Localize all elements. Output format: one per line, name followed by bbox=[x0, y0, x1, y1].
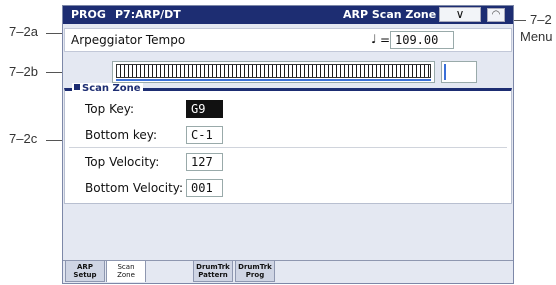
tab-drumtrk-pattern[interactable]: DrumTrk Pattern bbox=[193, 260, 233, 282]
keyboard-display bbox=[112, 61, 435, 83]
tab-scan-zone[interactable]: Scan Zone bbox=[106, 260, 146, 282]
callout-menu: Menu bbox=[520, 29, 553, 44]
top-velocity-label: Top Velocity: bbox=[85, 155, 160, 169]
bottom-velocity-field[interactable]: 001 bbox=[186, 179, 223, 197]
velocity-display bbox=[441, 61, 477, 83]
callout-7-2a: 7–2a bbox=[9, 24, 38, 39]
section-label: ARP Scan Zone bbox=[343, 8, 437, 21]
tempo-equals: = bbox=[380, 33, 391, 47]
scan-zone-panel: Scan Zone Top Key: G9 Bottom key: C-1 To… bbox=[64, 83, 512, 204]
mode-label: PROG bbox=[71, 8, 106, 21]
lock-icon[interactable]: ◠ bbox=[487, 8, 505, 22]
tab-arp-setup-line1: ARP bbox=[77, 263, 93, 271]
bottom-key-field[interactable]: C-1 bbox=[186, 126, 223, 144]
tab-drumtrk-prog-line1: DrumTrk bbox=[238, 263, 272, 271]
tab-drumtrk-pattern-line2: Pattern bbox=[198, 271, 228, 279]
title-bar: PROG P7:ARP/DT ARP Scan Zone ∨ ◠ bbox=[63, 6, 513, 24]
lcd-screen: PROG P7:ARP/DT ARP Scan Zone ∨ ◠ Arpeggi… bbox=[62, 5, 514, 284]
tab-scan-zone-line2: Zone bbox=[117, 271, 135, 279]
bottom-velocity-label: Bottom Velocity: bbox=[85, 181, 184, 195]
quarter-note-icon: ♩ bbox=[371, 32, 377, 46]
top-key-field[interactable]: G9 bbox=[186, 100, 223, 118]
tab-arp-setup[interactable]: ARP Setup bbox=[65, 260, 105, 282]
tab-drumtrk-prog-line2: Prog bbox=[245, 271, 265, 279]
top-velocity-field[interactable]: 127 bbox=[186, 153, 223, 171]
scan-zone-divider bbox=[69, 147, 507, 148]
tab-drumtrk-prog[interactable]: DrumTrk Prog bbox=[235, 260, 275, 282]
chevron-down-icon: ∨ bbox=[455, 7, 465, 21]
page-label: P7:ARP/DT bbox=[115, 8, 181, 21]
tab-drumtrk-pattern-line1: DrumTrk bbox=[196, 263, 230, 271]
key-range-bar bbox=[116, 79, 431, 81]
page-menu-button[interactable]: ∨ bbox=[439, 7, 481, 22]
callout-7-2b: 7–2b bbox=[9, 64, 38, 79]
velocity-range-bar bbox=[444, 64, 446, 80]
keyboard-graphic bbox=[116, 64, 431, 78]
callout-7-2: 7–2 bbox=[530, 12, 552, 27]
bottom-key-label: Bottom key: bbox=[85, 128, 158, 142]
tab-arp-setup-line2: Setup bbox=[73, 271, 97, 279]
tab-scan-zone-line1: Scan bbox=[117, 263, 135, 271]
callout-7-2c: 7–2c bbox=[9, 131, 38, 146]
scan-zone-title: Scan Zone bbox=[72, 83, 143, 94]
tempo-label: Arpeggiator Tempo bbox=[71, 33, 186, 47]
top-key-label: Top Key: bbox=[85, 102, 134, 116]
tempo-field[interactable]: 109.00 bbox=[390, 31, 454, 49]
arpeggiator-tempo-row: Arpeggiator Tempo ♩ = 109.00 bbox=[64, 28, 512, 52]
